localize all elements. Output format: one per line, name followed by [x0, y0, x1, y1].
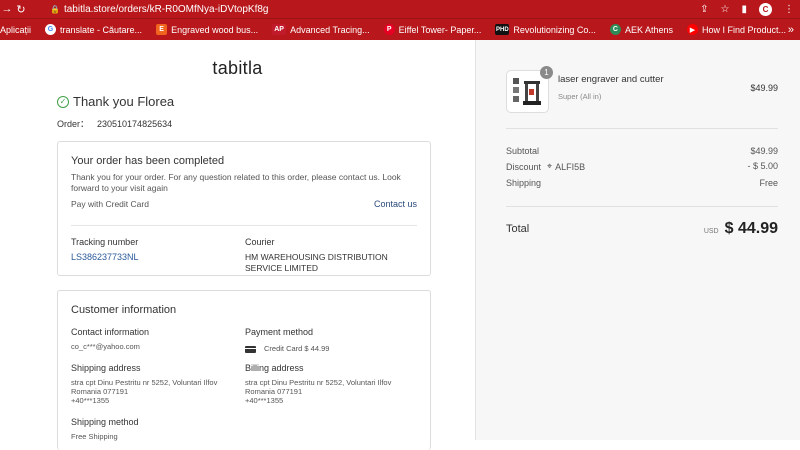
- bookmark-item[interactable]: G translate - Căutare...: [45, 24, 142, 35]
- pinterest-icon: P: [383, 24, 395, 35]
- youtube-icon: ▶: [686, 24, 698, 35]
- discount-row: Discount ⌖ ALFI5B - $ 5.00: [506, 161, 778, 172]
- order-number-value: 230510174825634: [97, 119, 173, 129]
- status-message: Thank you for your order. For any questi…: [71, 172, 401, 193]
- discount-label: Discount: [506, 161, 542, 172]
- shipping-address-label: Shipping address: [71, 363, 141, 373]
- bookmark-item[interactable]: AP Advanced Tracing...: [272, 24, 370, 35]
- contact-us-link[interactable]: Contact us: [374, 199, 417, 209]
- billing-city: Romania 077191: [245, 387, 303, 396]
- payment-text: Credit Card $ 44.99: [264, 344, 330, 353]
- shipping-value: Free: [759, 178, 778, 188]
- bookmark-item[interactable]: P Eiffel Tower- Paper...: [383, 24, 482, 35]
- total-label: Total: [506, 223, 530, 235]
- aek-icon: C: [609, 24, 621, 35]
- shipping-method-label: Shipping method: [71, 417, 139, 427]
- profile-avatar[interactable]: C: [759, 2, 772, 16]
- order-status-card: Your order has been completed Thank you …: [57, 141, 431, 276]
- bookmarks-bar: Aplicații G translate - Căutare... E Eng…: [0, 18, 800, 40]
- browser-toolbar: → ↻ 🔒 tabitla.store/orders/kR-R0OMfNya-i…: [0, 0, 800, 18]
- bookmark-label: Engraved wood bus...: [171, 24, 259, 35]
- bookmark-label: Aplicații: [0, 24, 32, 35]
- order-number: Order： 230510174825634: [57, 117, 172, 130]
- back-arrow-icon[interactable]: →: [0, 3, 14, 15]
- bookmark-label: How I Find Product...: [701, 24, 787, 35]
- bookmark-item[interactable]: E Engraved wood bus...: [156, 24, 258, 35]
- billing-phone: +40***1355: [245, 396, 284, 405]
- ap-icon: AP: [272, 24, 287, 35]
- contact-value: co_c***@yahoo.com: [71, 342, 140, 351]
- divider: [506, 128, 778, 129]
- customer-title: Customer information: [71, 304, 177, 316]
- order-confirmation: tabitla ✓ Thank you Florea Order： 2305101…: [0, 40, 475, 450]
- tracking-label: Tracking number: [71, 237, 139, 247]
- shipping-row: Shipping Free: [506, 178, 778, 188]
- order-summary: 1 laser engraver and cutter Super (All i…: [475, 40, 800, 440]
- status-title: Your order has been completed: [71, 155, 225, 167]
- bookmarks-overflow-icon[interactable]: »: [788, 19, 794, 41]
- currency-code: USD: [703, 228, 719, 235]
- payment-note: Pay with Credit Card: [71, 199, 149, 209]
- address-bar[interactable]: 🔒 tabitla.store/orders/kR-R0OMfNya-iDVto…: [50, 4, 269, 15]
- subtotal-value: $49.99: [750, 146, 778, 156]
- billing-address-label: Billing address: [245, 363, 304, 373]
- share-icon[interactable]: ⇪: [700, 4, 708, 15]
- bookmark-item[interactable]: ▶ How I Find Product...: [686, 24, 787, 35]
- subtotal-label: Subtotal: [506, 146, 540, 156]
- credit-card-icon: [245, 345, 256, 353]
- bookmark-label: AEK Athens: [624, 24, 673, 35]
- courier-label: Courier: [245, 237, 275, 247]
- store-logo[interactable]: tabitla: [0, 58, 475, 79]
- reload-icon[interactable]: ↻: [14, 3, 28, 16]
- product-variant: Super (All in): [558, 92, 602, 101]
- bookmark-item[interactable]: C AEK Athens: [609, 24, 673, 35]
- bookmark-apps[interactable]: Aplicații: [0, 25, 31, 35]
- tracking-number-link[interactable]: LS386237733NL: [71, 252, 139, 262]
- shipping-phone: +40***1355: [71, 396, 110, 405]
- etsy-icon: E: [156, 24, 168, 35]
- bookmark-item[interactable]: PHD Revolutionizing Co...: [495, 24, 596, 35]
- sidebar-icon[interactable]: ▮: [741, 4, 747, 15]
- google-icon: G: [45, 24, 57, 35]
- billing-address-line: stra cpt Dinu Pestritu nr 5252, Voluntar…: [245, 378, 392, 387]
- thank-you-text: Thank you Florea: [73, 94, 175, 109]
- discount-value: - $ 5.00: [747, 161, 778, 171]
- tag-icon: ⌖: [547, 161, 553, 171]
- lock-icon: 🔒: [50, 4, 60, 14]
- payment-label: Payment method: [245, 327, 314, 337]
- quantity-badge: 1: [540, 66, 553, 79]
- bookmark-label: Eiffel Tower- Paper...: [398, 24, 482, 35]
- menu-icon[interactable]: ⋮: [784, 4, 794, 15]
- shipping-city: Romania 077191: [71, 387, 129, 396]
- contact-label: Contact information: [71, 327, 150, 337]
- divider: [506, 206, 778, 207]
- product-price: $49.99: [750, 83, 778, 93]
- url-text[interactable]: tabitla.store/orders/kR-R0OMfNya-iDVtopK…: [64, 4, 269, 15]
- phd-icon: PHD: [495, 24, 510, 35]
- discount-code: ALFI5B: [555, 161, 586, 172]
- star-icon[interactable]: ☆: [721, 4, 730, 15]
- shipping-address-line: stra cpt Dinu Pestritu nr 5252, Voluntar…: [71, 378, 218, 387]
- bookmark-label: translate - Căutare...: [60, 24, 143, 35]
- total-amount: $ 44.99: [724, 220, 778, 237]
- product-name: laser engraver and cutter: [558, 74, 664, 85]
- payment-value: Credit Card $ 44.99: [245, 344, 329, 353]
- courier-value: HM WAREHOUSING DISTRIBUTION SERVICE LIMI…: [245, 252, 388, 273]
- shipping-label: Shipping: [506, 178, 542, 188]
- total-row: Total USD $ 44.99: [506, 220, 778, 238]
- divider: [71, 225, 417, 226]
- subtotal-row: Subtotal $49.99: [506, 146, 778, 156]
- customer-info-card: Customer information Contact information…: [57, 290, 431, 450]
- bookmark-label: Revolutionizing Co...: [513, 24, 596, 35]
- thank-you-heading: ✓ Thank you Florea: [57, 94, 174, 109]
- bookmark-label: Advanced Tracing...: [290, 24, 370, 35]
- check-circle-icon: ✓: [57, 95, 69, 108]
- order-label: Order：: [57, 119, 90, 129]
